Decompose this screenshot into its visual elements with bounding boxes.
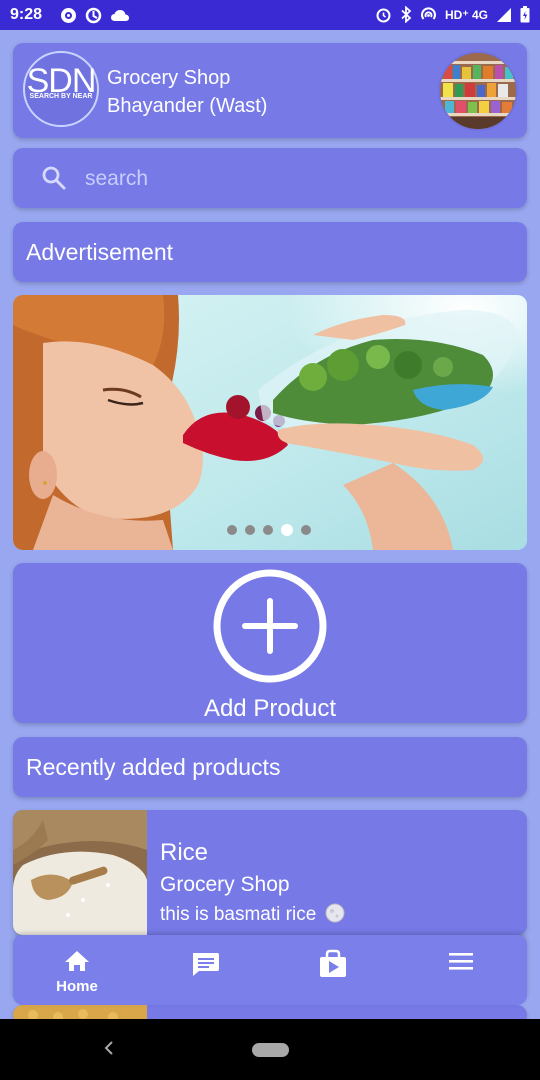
cloud-icon <box>111 10 129 21</box>
carousel-dot[interactable] <box>263 525 273 535</box>
shop-avatar[interactable] <box>438 51 518 131</box>
nav-home[interactable]: Home <box>13 935 141 1005</box>
search-bar <box>13 148 527 208</box>
ad-carousel[interactable] <box>13 295 527 550</box>
nav-messages[interactable] <box>141 935 269 1005</box>
recent-products-header: Recently added products <box>13 737 527 797</box>
media-icon <box>61 8 76 23</box>
status-time: 9:28 <box>10 6 43 23</box>
ad-banner-image <box>13 295 527 550</box>
moon-emoji-icon <box>325 903 345 923</box>
bluetooth-icon <box>401 6 412 23</box>
nav-shop[interactable] <box>269 935 397 1005</box>
advertisement-header: Advertisement <box>13 222 527 282</box>
shop-name: Grocery Shop <box>107 67 231 89</box>
carousel-dot[interactable] <box>245 525 255 535</box>
add-product-button[interactable]: Add Product <box>13 563 527 723</box>
logo-tagline: SEARCH BY NEAR <box>29 93 93 100</box>
status-left-icons <box>60 7 130 24</box>
search-icon <box>42 166 66 190</box>
carousel-dot-active[interactable] <box>281 524 293 536</box>
home-icon <box>65 951 89 971</box>
menu-icon <box>449 953 473 970</box>
product-description-text: this is basmati rice <box>160 904 317 925</box>
system-navigation-bar <box>0 1019 540 1080</box>
recent-products-title: Recently added products <box>26 754 281 780</box>
status-right-icons: HD⁺ 4G <box>375 6 530 23</box>
shop-bag-icon <box>320 949 346 977</box>
bottom-navigation: Home <box>13 935 527 1005</box>
search-input[interactable] <box>83 161 507 197</box>
chat-icon <box>193 953 219 976</box>
advertisement-title: Advertisement <box>26 239 174 265</box>
battery-icon <box>520 6 530 23</box>
product-image <box>13 810 147 935</box>
sdn-logo: SDN SEARCH BY NEAR <box>23 51 99 127</box>
hotspot-icon <box>420 7 436 20</box>
product-name: Rice <box>160 839 209 866</box>
back-icon[interactable] <box>102 1039 116 1057</box>
network-type: HD⁺ 4G <box>444 7 488 22</box>
product-description: this is basmati rice <box>160 903 345 926</box>
add-product-label: Add Product <box>203 695 337 722</box>
nav-home-label: Home <box>56 978 98 995</box>
carousel-dot[interactable] <box>301 525 311 535</box>
shop-header: SDN SEARCH BY NEAR Grocery Shop Bhayande… <box>13 43 527 138</box>
home-pill-button[interactable] <box>252 1043 289 1057</box>
alarm-icon <box>376 8 391 23</box>
add-circle-icon <box>213 569 327 683</box>
shop-location: Bhayander (Wast) <box>107 95 268 117</box>
product-card[interactable]: Rice Grocery Shop this is basmati rice <box>13 810 527 935</box>
data-saver-icon <box>85 7 102 24</box>
nav-menu[interactable] <box>397 935 525 1005</box>
signal-icon <box>497 7 511 22</box>
status-bar: 9:28 HD⁺ 4G <box>0 0 540 30</box>
carousel-indicators <box>227 524 311 536</box>
product-shop: Grocery Shop <box>160 873 290 896</box>
carousel-dot[interactable] <box>227 525 237 535</box>
